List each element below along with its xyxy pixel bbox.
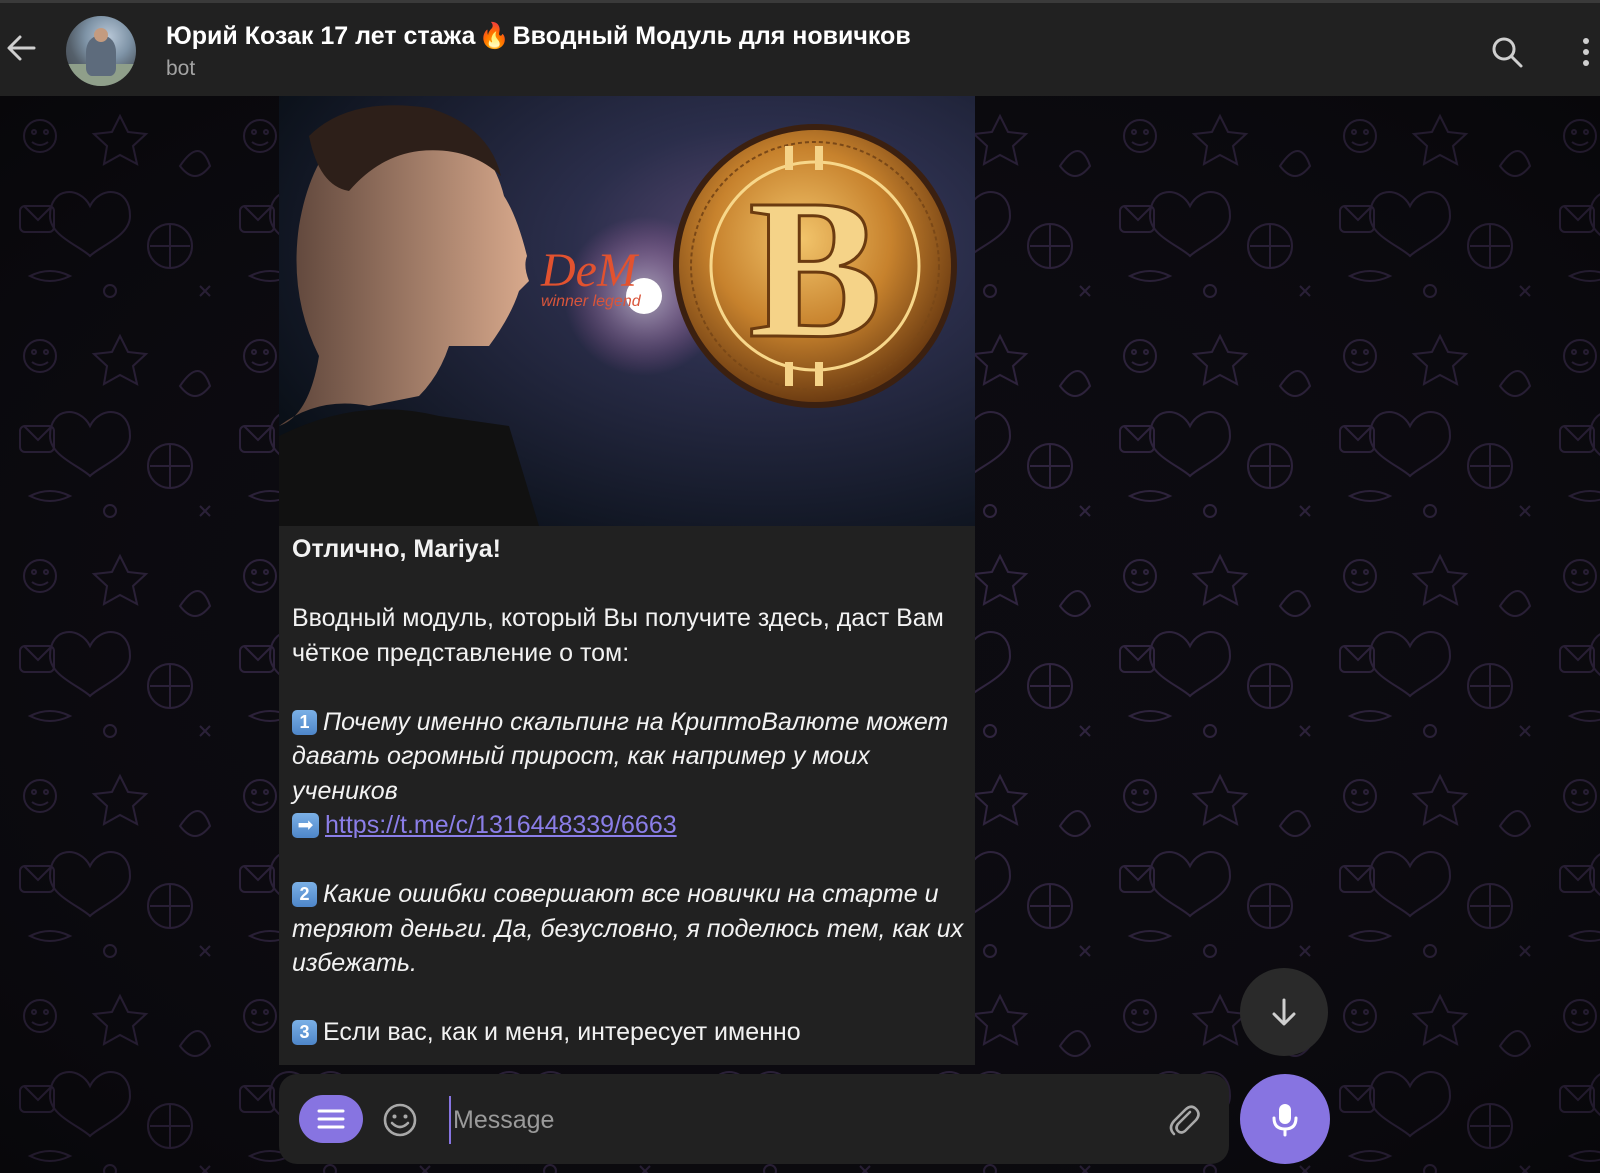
list-item-2: 2 Какие ошибки совершают все новички на с… bbox=[292, 877, 967, 981]
arrow-right-icon: ➡ bbox=[292, 813, 319, 838]
keycap-3-icon: 3 bbox=[292, 1020, 317, 1045]
menu-icon bbox=[317, 1109, 345, 1129]
chat-title-part1: Юрий Козак 17 лет стажа bbox=[166, 22, 476, 50]
microphone-button[interactable] bbox=[1240, 1074, 1330, 1164]
keycap-2-icon: 2 bbox=[292, 882, 317, 907]
list-item-1: 1 Почему именно скальпинг на КриптоВалюте… bbox=[292, 705, 967, 843]
microphone-icon bbox=[1272, 1104, 1298, 1137]
search-icon[interactable] bbox=[1488, 33, 1526, 71]
list-item-2-text: Какие ошибки совершают все новички на ст… bbox=[292, 880, 964, 977]
arrow-left-icon[interactable] bbox=[2, 29, 40, 67]
list-item-3: 3 Если вас, как и меня, интересует именно bbox=[292, 1015, 967, 1050]
message-composer bbox=[279, 1074, 1229, 1164]
fire-emoji: 🔥 bbox=[478, 22, 510, 50]
more-vertical-icon[interactable] bbox=[1576, 33, 1596, 71]
chat-title[interactable]: Юрий Козак 17 лет стажа 🔥 Вводный Модуль д… bbox=[166, 22, 911, 51]
list-item-3-text: Если вас, как и меня, интересует именно bbox=[323, 1018, 801, 1046]
message-input[interactable] bbox=[449, 1096, 1155, 1144]
logo-mark: DeM bbox=[540, 244, 640, 297]
message-photo[interactable]: B DeM winner legend bbox=[279, 96, 975, 526]
chat-title-part2: Вводный Модуль для новичков bbox=[512, 22, 911, 50]
message-text: Отлично, Mariya! Вводный модуль, который… bbox=[292, 532, 967, 1065]
photo-illustration: B DeM winner legend bbox=[279, 96, 975, 526]
message-link[interactable]: https://t.me/c/1316448339/6663 bbox=[325, 811, 677, 839]
avatar[interactable] bbox=[66, 16, 136, 86]
chat-header: Юрий Козак 17 лет стажа 🔥 Вводный Модуль д… bbox=[0, 0, 1600, 96]
message-bubble[interactable]: B DeM winner legend Отлично, Mariya! Вво… bbox=[279, 96, 975, 1065]
chat-subtitle: bot bbox=[166, 57, 196, 80]
svg-text:B: B bbox=[748, 159, 881, 380]
logo-subtext: winner legend bbox=[541, 293, 642, 310]
paperclip-icon[interactable] bbox=[1164, 1100, 1204, 1140]
scroll-down-button[interactable] bbox=[1240, 968, 1328, 1056]
keycap-1-icon: 1 bbox=[292, 709, 317, 735]
arrow-down-icon bbox=[1272, 998, 1296, 1026]
bot-menu-button[interactable] bbox=[299, 1095, 363, 1143]
list-item-1-text: Почему именно скальпинг на КриптоВалюте … bbox=[292, 707, 949, 805]
intro-text: Вводный модуль, который Вы получите здес… bbox=[292, 604, 944, 667]
greeting: Отлично, Mariya! bbox=[292, 535, 501, 563]
emoji-icon[interactable] bbox=[381, 1101, 419, 1139]
